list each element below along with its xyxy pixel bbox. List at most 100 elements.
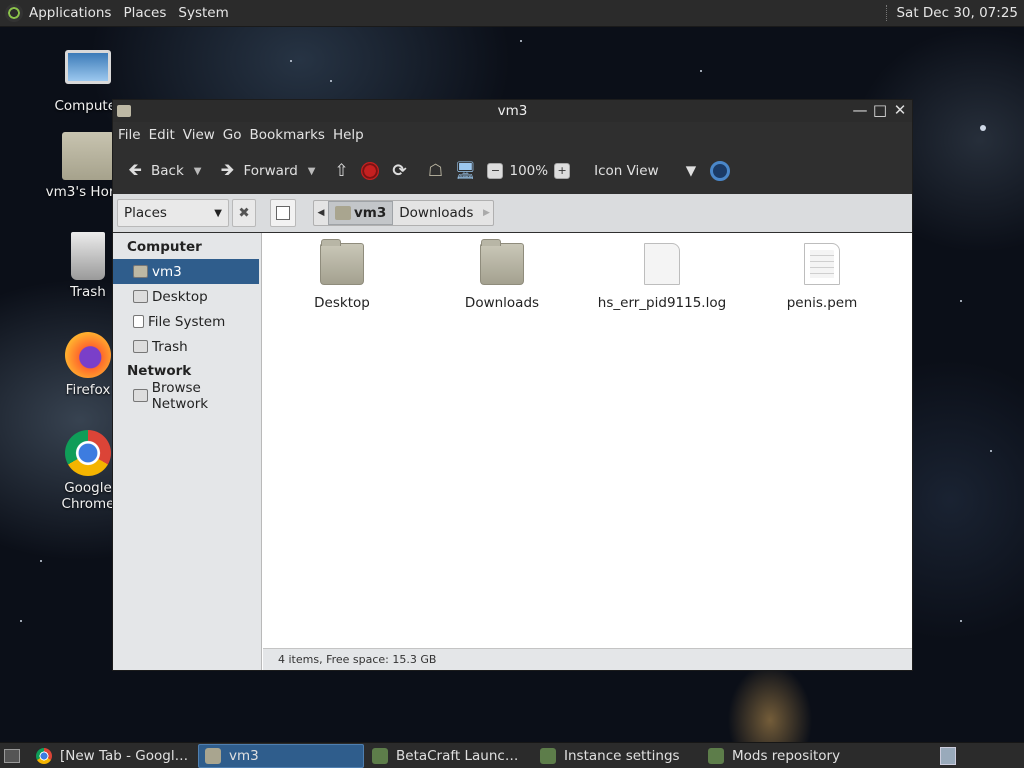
file-item-downloads[interactable]: Downloads <box>422 239 582 311</box>
forward-button[interactable]: 🡺 Forward ▼ <box>213 156 319 186</box>
minimize-button[interactable]: — <box>852 103 868 119</box>
side-pane-select[interactable]: Places ▼ <box>117 199 229 227</box>
menu-bookmarks[interactable]: Bookmarks <box>249 127 331 143</box>
sidebar-item-label: File System <box>148 313 226 330</box>
zoom-level: 100% <box>509 163 549 179</box>
sidebar-item-label: Browse Network <box>151 379 209 412</box>
breadcrumb-vm3[interactable]: vm3 <box>328 201 394 225</box>
panel-separator <box>886 5 888 21</box>
computer-icon <box>65 50 111 84</box>
panel-menu-places[interactable]: Places <box>123 5 166 21</box>
firefox-icon <box>65 332 111 378</box>
breadcrumb: ◀ vm3 Downloads ▶ <box>313 200 495 226</box>
search-icon[interactable] <box>710 161 731 181</box>
view-mode-label: Icon View <box>594 163 659 179</box>
computer-button[interactable]: 🖥 <box>451 156 479 186</box>
back-label: Back <box>151 163 184 179</box>
back-button[interactable]: 🡸 Back ▼ <box>121 156 205 186</box>
sidebar-item-label: Desktop <box>152 288 208 305</box>
folder-icon <box>480 239 524 285</box>
task-label: [New Tab - Google ... <box>60 747 190 764</box>
desktop-folder-icon <box>133 290 148 303</box>
breadcrumb-right-arrow[interactable]: ▶ <box>479 201 493 225</box>
breadcrumb-downloads[interactable]: Downloads <box>393 201 479 225</box>
distro-logo-icon[interactable] <box>5 4 23 22</box>
sidebar-item-trash[interactable]: Trash <box>113 334 259 359</box>
zoom-out-button[interactable]: − <box>487 163 504 179</box>
file-view[interactable]: Desktop Downloads hs_err_pid9115.log pen… <box>262 233 912 670</box>
forward-label: Forward <box>243 163 298 179</box>
file-name: penis.pem <box>786 295 858 311</box>
menu-view[interactable]: View <box>182 127 221 143</box>
task-betacraft-launcher[interactable]: BetaCraft Launcher ... <box>366 744 532 768</box>
window-titlebar[interactable]: vm3 — □ ✕ <box>113 100 912 122</box>
reload-button[interactable]: ⟳ <box>385 156 413 186</box>
close-side-pane-button[interactable]: ✖ <box>232 199 256 227</box>
arrow-right-icon: 🡺 <box>220 159 235 180</box>
forward-history-dropdown[interactable]: ▼ <box>308 166 316 177</box>
menu-file[interactable]: File <box>117 127 147 143</box>
arrow-left-icon: 🡸 <box>128 159 142 180</box>
file-item-desktop[interactable]: Desktop <box>262 239 422 311</box>
stop-button[interactable] <box>357 156 383 186</box>
chevron-down-icon: ▼ <box>685 163 697 179</box>
view-mode-select[interactable]: Icon View ▼ <box>576 163 696 179</box>
task-vm3[interactable]: vm3 <box>198 743 364 768</box>
betacraft-icon <box>708 747 724 764</box>
task-mods-repository[interactable]: Mods repository <box>702 744 868 768</box>
zoom-in-button[interactable]: + <box>554 163 571 179</box>
computer-icon: 🖥 <box>454 161 477 181</box>
toolbar: 🡸 Back ▼ 🡺 Forward ▼ ⇧ ⟳ ☖ 🖥 − 100% + Ic… <box>113 148 912 194</box>
status-bar: 4 items, Free space: 15.3 GB <box>263 648 912 670</box>
trash-icon <box>133 340 148 353</box>
chevron-down-icon: ▼ <box>214 207 222 219</box>
task-label: BetaCraft Launcher ... <box>396 747 526 764</box>
back-history-dropdown[interactable]: ▼ <box>194 166 202 177</box>
up-button[interactable]: ⇧ <box>327 156 355 186</box>
drive-icon <box>133 315 144 328</box>
reload-icon: ⟳ <box>392 161 407 181</box>
stop-icon <box>361 162 380 180</box>
sidebar-item-browse-network[interactable]: Browse Network <box>113 380 259 412</box>
home-folder-icon <box>133 265 148 278</box>
file-name: hs_err_pid9115.log <box>597 295 727 311</box>
panel-menu-system[interactable]: System <box>178 5 228 21</box>
home-button[interactable]: ☖ <box>421 156 449 186</box>
file-item-pem[interactable]: penis.pem <box>742 243 902 311</box>
sidebar-item-label: vm3 <box>152 263 182 280</box>
maximize-button[interactable]: □ <box>872 103 888 119</box>
panel-clock[interactable]: Sat Dec 30, 07:25 <box>896 5 1018 21</box>
file-manager-window: vm3 — □ ✕ File Edit View Go Bookmarks He… <box>112 99 913 671</box>
file-name: Downloads <box>464 295 540 311</box>
home-folder-icon <box>205 747 221 764</box>
sidebar-item-desktop[interactable]: Desktop <box>113 284 259 309</box>
menu-help[interactable]: Help <box>332 127 370 143</box>
window-title: vm3 <box>497 103 528 119</box>
toggle-location-entry-button[interactable] <box>270 199 296 227</box>
sidebar-item-file-system[interactable]: File System <box>113 309 259 334</box>
side-pane-label: Places <box>124 205 167 221</box>
task-label: vm3 <box>229 747 259 764</box>
top-panel: Applications Places System Sat Dec 30, 0… <box>0 0 1024 27</box>
workspace-switcher[interactable] <box>940 746 956 765</box>
file-item-hs-err-log[interactable]: hs_err_pid9115.log <box>582 243 742 311</box>
menu-edit[interactable]: Edit <box>148 127 181 143</box>
file-icon <box>644 243 680 285</box>
breadcrumb-left-arrow[interactable]: ◀ <box>314 201 328 225</box>
sidebar-heading-computer: Computer <box>127 239 202 255</box>
sidebar-item-vm3[interactable]: vm3 <box>113 259 259 284</box>
trash-icon <box>71 232 105 280</box>
show-desktop-icon[interactable] <box>4 748 20 763</box>
menu-go[interactable]: Go <box>222 127 248 143</box>
arrow-up-icon: ⇧ <box>334 161 349 181</box>
edit-icon <box>276 206 290 220</box>
file-name: Desktop <box>314 295 370 311</box>
task-label: Instance settings <box>564 747 680 764</box>
task-chrome[interactable]: [New Tab - Google ... <box>30 744 196 768</box>
task-instance-settings[interactable]: Instance settings <box>534 744 700 768</box>
panel-menu-applications[interactable]: Applications <box>29 5 111 21</box>
close-button[interactable]: ✕ <box>892 103 908 119</box>
places-sidebar: Computer vm3 Desktop File System Trash N… <box>113 233 262 670</box>
home-folder-icon <box>62 132 114 180</box>
sidebar-item-label: Trash <box>152 338 188 355</box>
